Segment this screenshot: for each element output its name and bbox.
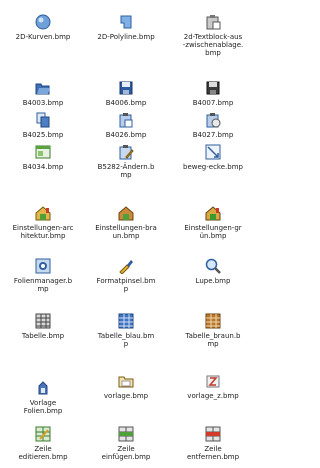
file-label: B5282-Ändern.b mp [97, 163, 155, 179]
file-label: vorlage.bmp [103, 392, 149, 400]
polyline-icon [118, 14, 134, 30]
file-label: beweg-ecke.bmp [183, 163, 243, 171]
file-item-formatpinsel[interactable]: Formatpinsel.bm p [83, 258, 169, 293]
file-item-2d-kurven[interactable]: 2D-Kurven.bmp [0, 14, 86, 41]
file-label: 2D-Kurven.bmp [15, 33, 71, 41]
open-folder-icon [35, 80, 51, 96]
template-folder-icon [118, 373, 134, 389]
file-item-einstellungen-braun[interactable]: Einstellungen-bra un.bmp [83, 205, 169, 240]
file-item-einstellungen-gruen[interactable]: Einstellungen-gr ün.bmp [170, 205, 256, 240]
template-z-icon [205, 373, 221, 389]
file-item-tabelle-blau[interactable]: Tabelle_blau.bm p [83, 313, 169, 348]
file-label: Zeile entfernen.bmp [186, 445, 240, 461]
file-item-b4026[interactable]: B4026.bmp [83, 112, 169, 139]
file-item-zeile-editieren[interactable]: Zeile editieren.bmp [0, 426, 86, 461]
file-label: B4006.bmp [105, 99, 147, 107]
file-label: B4027.bmp [192, 131, 234, 139]
paste-icon [118, 112, 134, 128]
file-label: B4007.bmp [192, 99, 234, 107]
file-label: Tabelle_braun.b mp [185, 332, 241, 348]
table-icon [35, 313, 51, 329]
file-item-b4007[interactable]: B4007.bmp [170, 80, 256, 107]
save-as-icon [205, 80, 221, 96]
file-label: Einstellungen-gr ün.bmp [184, 224, 242, 240]
paste-special-icon [205, 112, 221, 128]
settings-brown-icon [118, 205, 134, 221]
file-item-lupe[interactable]: Lupe.bmp [170, 258, 256, 285]
file-label: vorlage_z.bmp [187, 392, 239, 400]
file-item-2d-polyline[interactable]: 2D-Polyline.bmp [83, 14, 169, 41]
file-label: Folienmanager.b mp [13, 277, 73, 293]
curve-icon [35, 14, 51, 30]
file-item-folienmanager[interactable]: Folienmanager.b mp [0, 258, 86, 293]
row-edit-icon [35, 426, 51, 442]
file-item-einstellungen-architektur[interactable]: Einstellungen-arc hitektur.bmp [0, 205, 86, 240]
file-item-b5282-aendern[interactable]: B5282-Ändern.b mp [83, 144, 169, 179]
magnifier-icon [205, 258, 221, 274]
file-label: 2d-Textblock-aus -zwischenablage. bmp [182, 33, 244, 57]
file-label: Tabelle.bmp [21, 332, 65, 340]
settings-architecture-icon [35, 205, 51, 221]
layer-manager-icon [35, 258, 51, 274]
settings-green-icon [205, 205, 221, 221]
file-label: Lupe.bmp [195, 277, 231, 285]
file-label: B4034.bmp [22, 163, 64, 171]
file-item-b4006[interactable]: B4006.bmp [83, 80, 169, 107]
copy-icon [35, 112, 51, 128]
file-label: Einstellungen-arc hitektur.bmp [12, 224, 74, 240]
file-label: Zeile editieren.bmp [18, 445, 68, 461]
file-label: Zeile einfügen.bmp [101, 445, 151, 461]
file-item-zeile-einfuegen[interactable]: Zeile einfügen.bmp [83, 426, 169, 461]
file-label: 2D-Polyline.bmp [97, 33, 155, 41]
file-label: B4026.bmp [105, 131, 147, 139]
file-item-b4034[interactable]: B4034.bmp [0, 144, 86, 171]
file-item-beweg-ecke[interactable]: beweg-ecke.bmp [170, 144, 256, 171]
file-label: Formatpinsel.bm p [96, 277, 156, 293]
file-item-2d-textblock[interactable]: 2d-Textblock-aus -zwischenablage. bmp [170, 14, 256, 57]
file-label: B4003.bmp [22, 99, 64, 107]
file-item-vorlage[interactable]: vorlage.bmp [83, 373, 169, 400]
table-blue-icon [118, 313, 134, 329]
format-painter-icon [118, 258, 134, 274]
file-item-vorlage-z[interactable]: vorlage_z.bmp [170, 373, 256, 400]
file-label: B4025.bmp [22, 131, 64, 139]
file-label: Einstellungen-bra un.bmp [95, 224, 157, 240]
file-item-tabelle-braun[interactable]: Tabelle_braun.b mp [170, 313, 256, 348]
file-label: Tabelle_blau.bm p [97, 332, 155, 348]
table-brown-icon [205, 313, 221, 329]
file-label: Vorlage Folien.bmp [23, 399, 63, 415]
move-corner-icon [205, 144, 221, 160]
file-item-b4027[interactable]: B4027.bmp [170, 112, 256, 139]
row-insert-icon [118, 426, 134, 442]
file-item-b4025[interactable]: B4025.bmp [0, 112, 86, 139]
row-delete-icon [205, 426, 221, 442]
new-window-icon [35, 144, 51, 160]
clipboard-text-icon [205, 14, 221, 30]
edit-icon [118, 144, 134, 160]
file-item-vorlage-folien[interactable]: Vorlage Folien.bmp [0, 380, 86, 415]
template-layers-icon [35, 380, 51, 396]
file-item-b4003[interactable]: B4003.bmp [0, 80, 86, 107]
file-item-tabelle[interactable]: Tabelle.bmp [0, 313, 86, 340]
file-item-zeile-entfernen[interactable]: Zeile entfernen.bmp [170, 426, 256, 461]
save-disk-icon [118, 80, 134, 96]
